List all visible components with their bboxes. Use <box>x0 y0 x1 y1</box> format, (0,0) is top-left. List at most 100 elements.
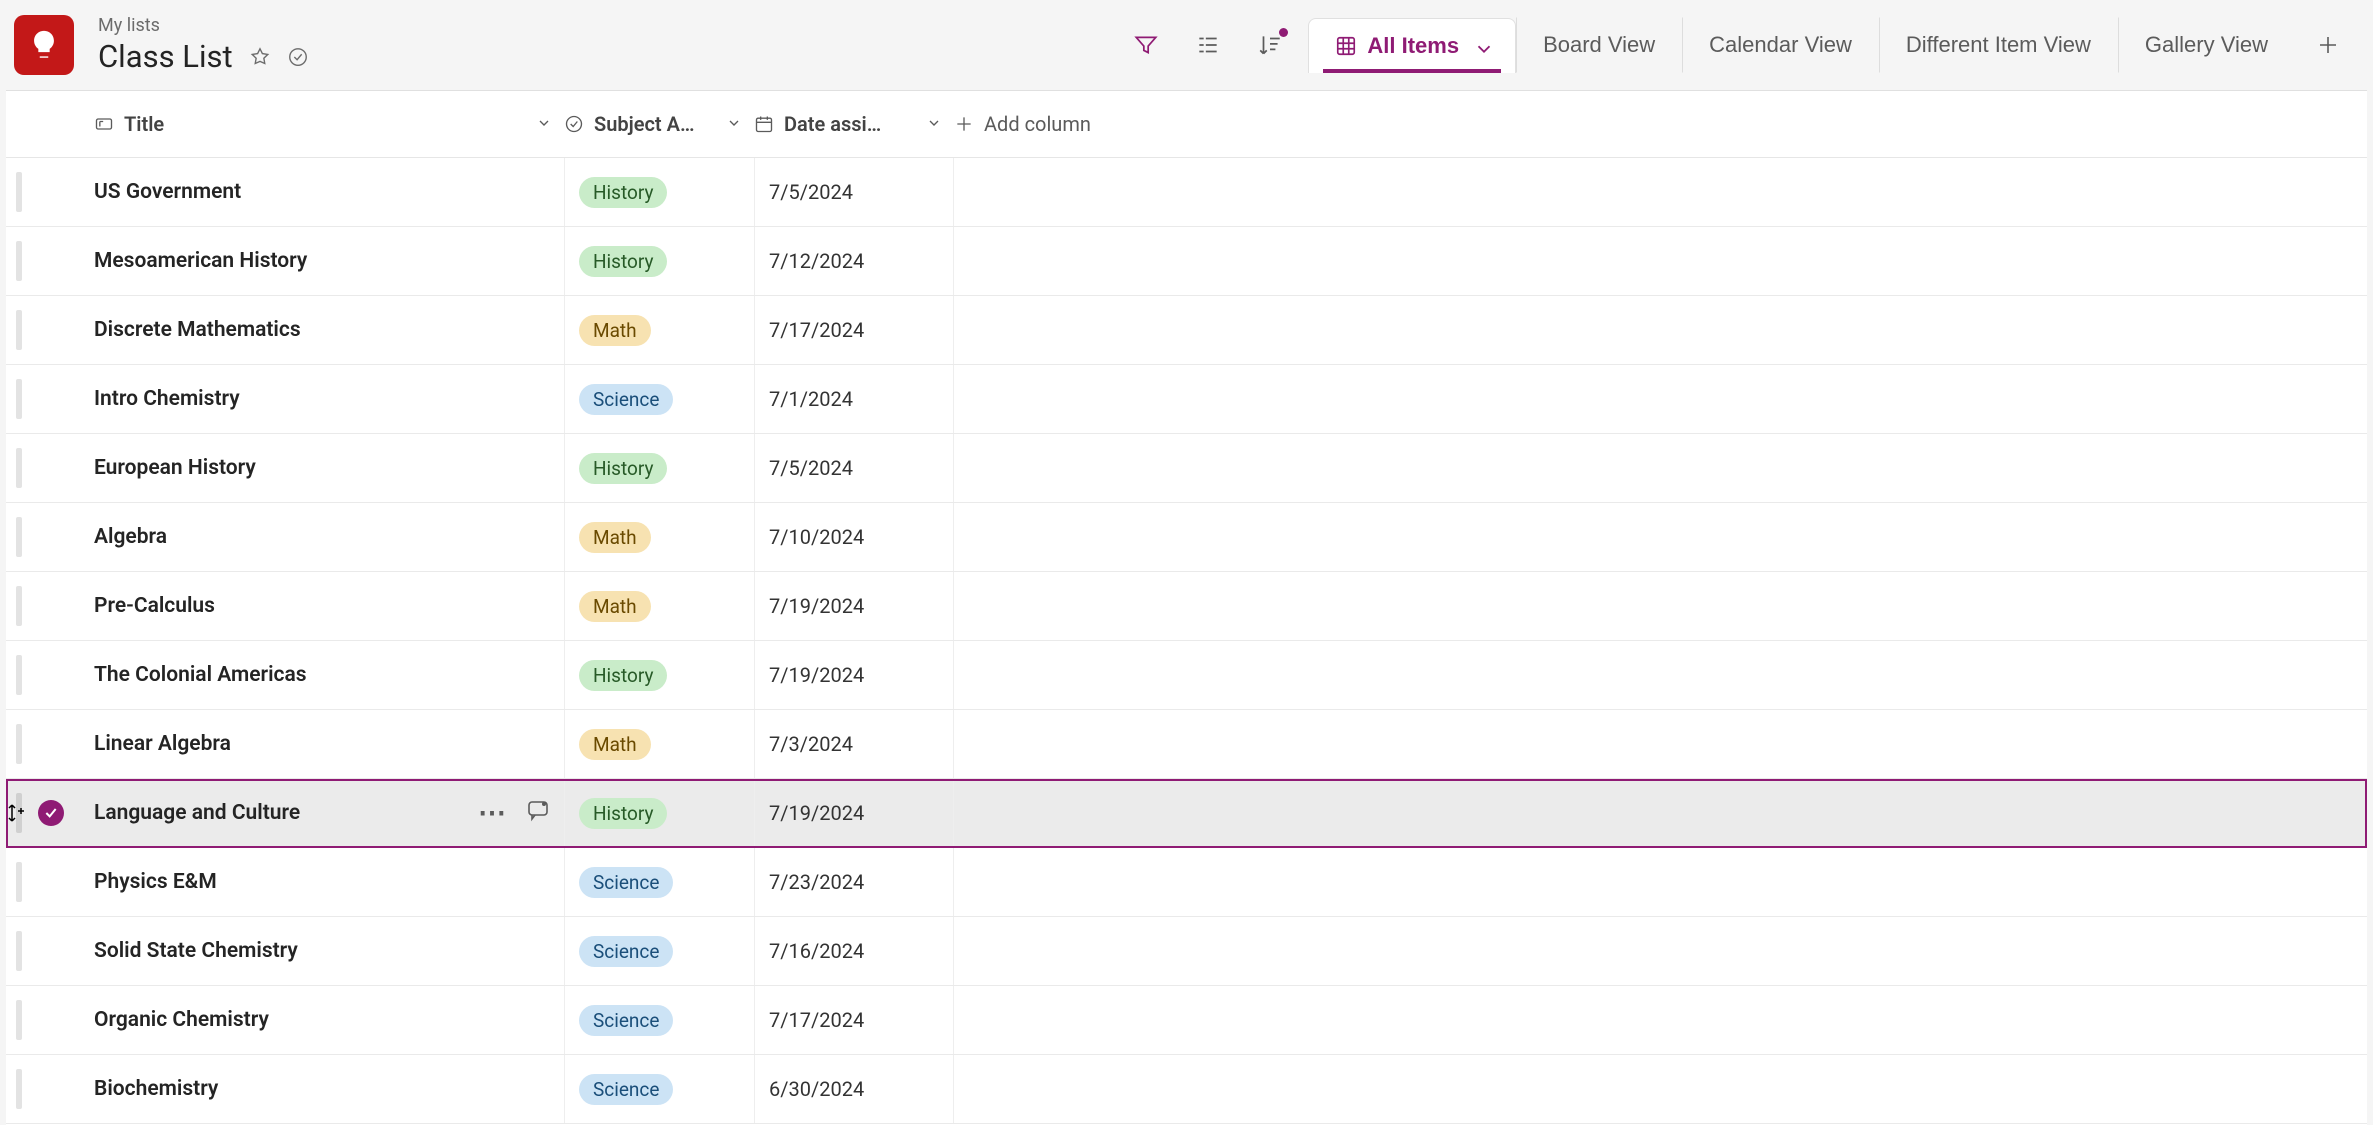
table-row[interactable]: Pre-CalculusMath7/19/2024 <box>6 572 2367 641</box>
drag-handle[interactable] <box>16 310 22 350</box>
row-gutter[interactable] <box>6 365 94 433</box>
row-gutter[interactable] <box>6 434 94 502</box>
row-gutter[interactable] <box>6 848 94 916</box>
cell-subject[interactable]: Science <box>564 986 754 1054</box>
cell-subject[interactable]: Science <box>564 917 754 985</box>
drag-handle[interactable] <box>16 172 22 212</box>
group-button[interactable] <box>1178 18 1238 72</box>
row-gutter[interactable] <box>6 1055 94 1123</box>
cell-subject[interactable]: History <box>564 158 754 226</box>
cell-date[interactable]: 7/19/2024 <box>754 779 954 847</box>
cell-subject[interactable]: Science <box>564 365 754 433</box>
drag-handle[interactable] <box>16 448 22 488</box>
star-icon[interactable] <box>249 46 271 68</box>
cell-title[interactable]: Biochemistry <box>94 1077 564 1101</box>
table-row[interactable]: Intro ChemistryScience7/1/2024 <box>6 365 2367 434</box>
cell-date[interactable]: 7/16/2024 <box>754 917 954 985</box>
cell-subject[interactable]: Math <box>564 503 754 571</box>
cell-date[interactable]: 7/5/2024 <box>754 158 954 226</box>
drag-handle[interactable] <box>16 1000 22 1040</box>
cell-date[interactable]: 7/23/2024 <box>754 848 954 916</box>
cell-date[interactable]: 7/12/2024 <box>754 227 954 295</box>
column-header-date[interactable]: Date assi… <box>754 112 954 136</box>
drag-handle[interactable] <box>16 655 22 695</box>
table-row[interactable]: Solid State ChemistryScience7/16/2024 <box>6 917 2367 986</box>
drag-handle[interactable] <box>16 586 22 626</box>
row-gutter[interactable] <box>6 227 94 295</box>
cell-subject[interactable]: Math <box>564 572 754 640</box>
add-view-button[interactable] <box>2301 18 2355 72</box>
table-row[interactable]: Organic ChemistryScience7/17/2024 <box>6 986 2367 1055</box>
column-header-subject[interactable]: Subject A… <box>564 112 754 136</box>
tab-different-item-view[interactable]: Different Item View <box>1879 17 2118 73</box>
check-circle-icon[interactable] <box>287 46 309 68</box>
add-column-button[interactable]: Add column <box>954 112 1214 136</box>
cell-title[interactable]: European History <box>94 456 564 480</box>
cell-date[interactable]: 6/30/2024 <box>754 1055 954 1123</box>
cell-subject[interactable]: History <box>564 641 754 709</box>
cell-title[interactable]: Mesoamerican History <box>94 249 564 273</box>
row-gutter[interactable] <box>6 986 94 1054</box>
table-row[interactable]: Mesoamerican HistoryHistory7/12/2024 <box>6 227 2367 296</box>
cell-subject[interactable]: Math <box>564 710 754 778</box>
cell-subject[interactable]: Science <box>564 1055 754 1123</box>
table-row[interactable]: Discrete MathematicsMath7/17/2024 <box>6 296 2367 365</box>
cell-subject[interactable]: History <box>564 227 754 295</box>
cell-title[interactable]: Intro Chemistry <box>94 387 564 411</box>
cell-subject[interactable]: Science <box>564 848 754 916</box>
comment-icon[interactable] <box>526 798 550 828</box>
row-gutter[interactable] <box>6 710 94 778</box>
cell-date[interactable]: 7/10/2024 <box>754 503 954 571</box>
cell-date[interactable]: 7/1/2024 <box>754 365 954 433</box>
row-gutter[interactable] <box>6 572 94 640</box>
table-row[interactable]: Language and Culture⋯History7/19/2024 <box>6 779 2367 848</box>
table-row[interactable]: Linear AlgebraMath7/3/2024 <box>6 710 2367 779</box>
grid-wrapper[interactable]: Title Subject A… Date assi… <box>6 90 2367 1125</box>
cell-date[interactable]: 7/5/2024 <box>754 434 954 502</box>
cell-subject[interactable]: History <box>564 779 754 847</box>
tab-calendar-view[interactable]: Calendar View <box>1682 17 1879 73</box>
cell-title[interactable]: Physics E&M <box>94 870 564 894</box>
cell-title[interactable]: US Government <box>94 180 564 204</box>
column-header-title[interactable]: Title <box>94 112 564 136</box>
row-gutter[interactable] <box>6 641 94 709</box>
sort-button[interactable] <box>1240 18 1300 72</box>
cell-title[interactable]: Algebra <box>94 525 564 549</box>
cell-date[interactable]: 7/19/2024 <box>754 572 954 640</box>
cell-title[interactable]: Linear Algebra <box>94 732 564 756</box>
drag-handle[interactable] <box>16 724 22 764</box>
breadcrumb[interactable]: My lists <box>98 15 309 36</box>
row-gutter[interactable] <box>6 296 94 364</box>
table-row[interactable]: BiochemistryScience6/30/2024 <box>6 1055 2367 1124</box>
drag-handle[interactable] <box>16 517 22 557</box>
drag-handle[interactable] <box>16 379 22 419</box>
row-selected-check[interactable] <box>38 800 64 826</box>
cell-subject[interactable]: History <box>564 434 754 502</box>
cell-title[interactable]: Language and Culture⋯ <box>94 798 564 828</box>
cell-title[interactable]: Solid State Chemistry <box>94 939 564 963</box>
tab-gallery-view[interactable]: Gallery View <box>2118 17 2295 73</box>
row-gutter[interactable] <box>6 779 94 847</box>
drag-handle[interactable] <box>16 793 22 833</box>
drag-handle[interactable] <box>16 931 22 971</box>
drag-handle[interactable] <box>16 862 22 902</box>
table-row[interactable]: US GovernmentHistory7/5/2024 <box>6 158 2367 227</box>
table-row[interactable]: AlgebraMath7/10/2024 <box>6 503 2367 572</box>
row-gutter[interactable] <box>6 503 94 571</box>
cell-title[interactable]: Organic Chemistry <box>94 1008 564 1032</box>
drag-handle[interactable] <box>16 1069 22 1109</box>
cell-subject[interactable]: Math <box>564 296 754 364</box>
cell-title[interactable]: The Colonial Americas <box>94 663 564 687</box>
filter-button[interactable] <box>1116 18 1176 72</box>
row-gutter[interactable] <box>6 158 94 226</box>
cell-date[interactable]: 7/17/2024 <box>754 986 954 1054</box>
cell-date[interactable]: 7/3/2024 <box>754 710 954 778</box>
row-gutter[interactable] <box>6 917 94 985</box>
tab-all-items[interactable]: All Items <box>1308 18 1516 73</box>
drag-handle[interactable] <box>16 241 22 281</box>
table-row[interactable]: Physics E&MScience7/23/2024 <box>6 848 2367 917</box>
cell-title[interactable]: Discrete Mathematics <box>94 318 564 342</box>
table-row[interactable]: European HistoryHistory7/5/2024 <box>6 434 2367 503</box>
tab-board-view[interactable]: Board View <box>1516 17 1682 73</box>
cell-title[interactable]: Pre-Calculus <box>94 594 564 618</box>
